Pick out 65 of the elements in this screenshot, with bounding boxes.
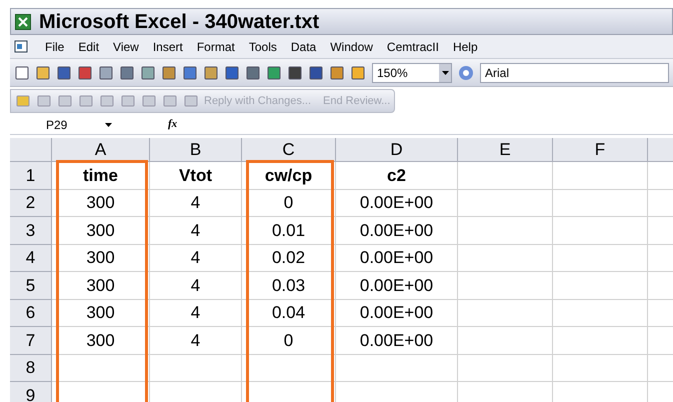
row-header[interactable]: 4 [10, 244, 52, 272]
row-header[interactable]: 3 [10, 217, 52, 244]
table-cell: 0 [242, 190, 336, 217]
menu-item[interactable]: Tools [248, 38, 277, 56]
column-header[interactable]: E [458, 138, 553, 162]
column-header[interactable]: F [553, 138, 648, 162]
menu-item[interactable]: Window [330, 38, 373, 56]
menu-item[interactable]: CemtracII [386, 38, 439, 56]
menu-item[interactable]: Data [290, 38, 316, 56]
table-cell: 0.01 [242, 217, 336, 244]
row-header[interactable]: 6 [10, 300, 52, 327]
table-cell: 0 [242, 327, 336, 354]
help-icon[interactable] [458, 64, 474, 80]
table-cell: 300 [52, 327, 150, 354]
table-cell: 4 [150, 300, 242, 327]
excel-icon [15, 14, 31, 30]
menu-item[interactable]: Insert [152, 38, 183, 56]
column-header[interactable]: D [336, 138, 458, 162]
table-cell: 300 [52, 217, 150, 244]
table-cell: 0.00E+00 [336, 327, 458, 354]
font-dropdown[interactable]: Arial [480, 62, 669, 82]
table-cell: 4 [150, 272, 242, 300]
column-header[interactable]: A [52, 138, 150, 162]
function-label: fx [168, 117, 178, 132]
table-cell: 0.00E+00 [336, 217, 458, 244]
table-cell: 4 [150, 327, 242, 354]
table-cell: 0.00E+00 [336, 300, 458, 327]
window-title: Microsoft Excel - 340water.txt [39, 10, 320, 34]
menu-item[interactable]: Edit [78, 38, 100, 56]
table-cell: 0.00E+00 [336, 190, 458, 217]
row-header[interactable]: 2 [10, 190, 52, 217]
table-cell: 4 [150, 190, 242, 217]
column-heading-cell: time [52, 162, 150, 190]
column-heading-cell: Vtot [150, 162, 242, 190]
zoom-value: 150% [376, 64, 409, 82]
table-cell: 0.02 [242, 244, 336, 272]
table-cell: 300 [52, 244, 150, 272]
row-header[interactable]: 1 [10, 162, 52, 190]
dropdown-caret-icon [105, 122, 112, 126]
menu-item[interactable]: Help [452, 38, 478, 56]
column-heading-cell: cw/cp [242, 162, 336, 190]
column-header[interactable]: C [242, 138, 336, 162]
workbook-icon[interactable] [14, 40, 30, 54]
table-cell: 300 [52, 300, 150, 327]
font-name: Arial [484, 64, 510, 82]
table-cell: 4 [150, 244, 242, 272]
table-cell: 300 [52, 190, 150, 217]
table-cell: 4 [150, 217, 242, 244]
row-header[interactable]: 9 [10, 382, 52, 402]
menu-item[interactable]: View [113, 38, 139, 56]
table-cell: 0.00E+00 [336, 244, 458, 272]
row-header[interactable]: 8 [10, 354, 52, 382]
row-header[interactable]: 5 [10, 272, 52, 300]
row-header[interactable]: 7 [10, 327, 52, 354]
zoom-dropdown[interactable]: 150% [372, 62, 452, 82]
menu-item[interactable]: File [45, 38, 64, 56]
name-box[interactable]: P29 [10, 116, 120, 134]
menu-item[interactable]: Format [196, 38, 235, 56]
dropdown-caret-icon [442, 70, 448, 74]
table-cell: 0.00E+00 [336, 272, 458, 300]
table-cell: 0.03 [242, 272, 336, 300]
column-heading-cell: c2 [336, 162, 458, 190]
column-header[interactable]: B [150, 138, 242, 162]
table-cell: 300 [52, 272, 150, 300]
table-cell: 0.04 [242, 300, 336, 327]
